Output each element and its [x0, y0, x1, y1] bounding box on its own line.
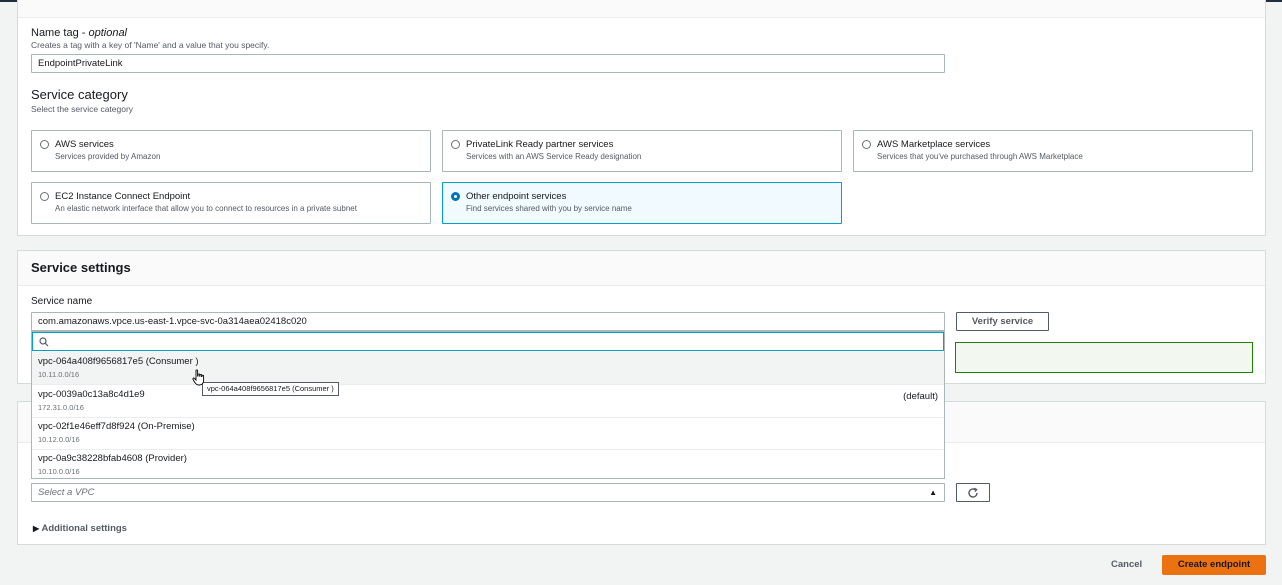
card-description: Services provided by Amazon [55, 152, 161, 161]
card-title: EC2 Instance Connect Endpoint [55, 191, 191, 202]
category-card-aws-services[interactable]: AWS services Services provided by Amazon [31, 130, 431, 172]
vpc-dropdown-list: vpc-064a408f9656817e5 (Consumer ) 10.11.… [31, 331, 945, 479]
vpc-option-cidr: 10.11.0.0/16 [38, 370, 80, 379]
service-category-description: Select the service category [31, 104, 134, 114]
vpc-select-placeholder: Select a VPC [38, 487, 95, 498]
service-settings-title: Service settings [31, 260, 131, 275]
name-tag-label: Name tag - optional [31, 27, 128, 39]
service-name-label: Service name [31, 296, 93, 307]
refresh-icon [968, 487, 978, 498]
vpc-option-name: vpc-0039a0c13a8c4d1e9 [38, 389, 145, 400]
verify-service-button[interactable]: Verify service [956, 312, 1049, 331]
radio-ec2-instance-connect[interactable] [40, 192, 49, 201]
vpc-option-tooltip: vpc-064a408f9656817e5 (Consumer ) [202, 382, 339, 396]
name-tag-description: Creates a tag with a key of 'Name' and a… [31, 40, 270, 50]
search-icon [39, 337, 49, 347]
hand-cursor-icon [192, 369, 205, 386]
vpc-option-name: vpc-0a9c38228bfab4608 (Provider) [38, 453, 187, 464]
refresh-vpc-button[interactable] [956, 483, 990, 502]
radio-aws-marketplace[interactable] [862, 140, 871, 149]
vpc-search-input[interactable] [32, 332, 944, 351]
caret-up-icon: ▲ [929, 488, 937, 497]
vpc-select[interactable]: Select a VPC ▲ [31, 483, 945, 502]
verification-success-alert [955, 342, 1253, 373]
vpc-option-tag: (default) [903, 391, 938, 402]
vpc-option-name: vpc-02f1e46eff7d8f924 (On-Premise) [38, 421, 195, 432]
card-description: Find services shared with you by service… [466, 204, 632, 213]
vpc-option[interactable]: vpc-0039a0c13a8c4d1e9 172.31.0.0/16 (def… [32, 385, 944, 418]
vpc-option-cidr: 10.12.0.0/16 [38, 435, 80, 444]
radio-privatelink-ready[interactable] [451, 140, 460, 149]
additional-settings-label: Additional settings [41, 523, 127, 534]
vpc-option[interactable]: vpc-02f1e46eff7d8f924 (On-Premise) 10.12… [32, 417, 944, 450]
caret-right-icon: ▶ [33, 524, 40, 533]
panel-header [18, 251, 1265, 286]
panel-header [18, 0, 1265, 18]
radio-other-endpoint-services[interactable] [451, 192, 460, 201]
card-description: Services with an AWS Service Ready desig… [466, 152, 642, 161]
vpc-option[interactable]: vpc-064a408f9656817e5 (Consumer ) 10.11.… [32, 352, 944, 385]
radio-aws-services[interactable] [40, 140, 49, 149]
category-card-other-endpoint-services[interactable]: Other endpoint services Find services sh… [442, 182, 842, 224]
category-card-ec2-instance-connect[interactable]: EC2 Instance Connect Endpoint An elastic… [31, 182, 431, 224]
card-description: An elastic network interface that allow … [55, 204, 357, 213]
card-title: AWS services [55, 139, 114, 150]
category-card-aws-marketplace[interactable]: AWS Marketplace services Services that y… [853, 130, 1253, 172]
vpc-option[interactable]: vpc-0a9c38228bfab4608 (Provider) 10.10.0… [32, 449, 944, 481]
additional-settings-toggle[interactable]: ▶ Additional settings [33, 523, 127, 534]
vpc-option-cidr: 172.31.0.0/16 [38, 403, 84, 412]
cancel-button[interactable]: Cancel [1111, 559, 1142, 570]
category-card-privatelink-ready[interactable]: PrivateLink Ready partner services Servi… [442, 130, 842, 172]
card-description: Services that you've purchased through A… [877, 152, 1083, 161]
create-endpoint-button[interactable]: Create endpoint [1162, 555, 1266, 575]
card-title: PrivateLink Ready partner services [466, 139, 614, 150]
card-title: AWS Marketplace services [877, 139, 991, 150]
vpc-option-cidr: 10.10.0.0/16 [38, 467, 80, 476]
vpc-option-name: vpc-064a408f9656817e5 (Consumer ) [38, 356, 199, 367]
name-tag-input[interactable]: EndpointPrivateLink [31, 54, 945, 73]
card-title: Other endpoint services [466, 191, 567, 202]
service-category-title: Service category [31, 87, 128, 102]
service-name-input[interactable]: com.amazonaws.vpce.us-east-1.vpce-svc-0a… [31, 312, 945, 331]
